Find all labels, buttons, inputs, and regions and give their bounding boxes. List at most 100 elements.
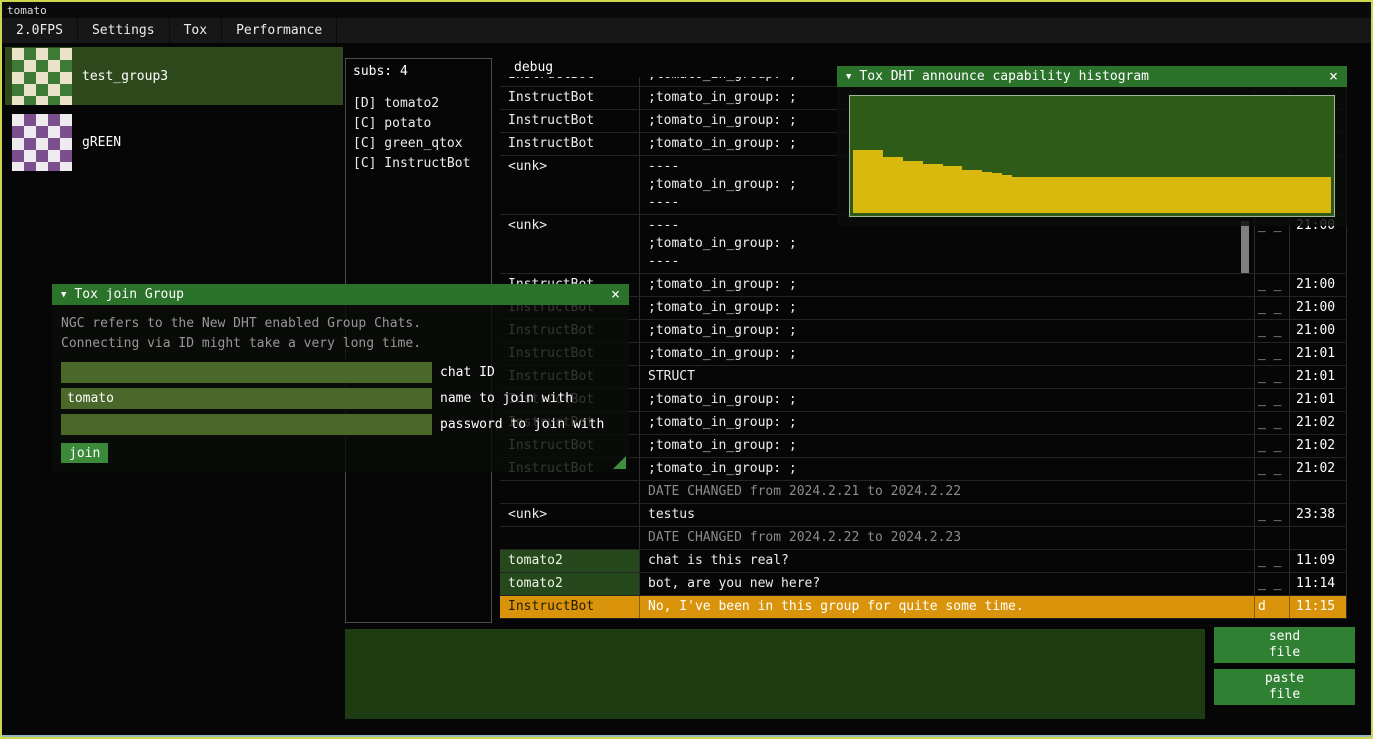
chat-time: 21:02 <box>1290 458 1347 480</box>
join-name-input[interactable] <box>61 388 432 409</box>
ngc-note-line1: NGC refers to the New DHT enabled Group … <box>52 305 629 334</box>
chat-message: bot, are you new here? <box>640 573 1255 595</box>
window-titlebar: tomato <box>2 2 1371 18</box>
chat-message: ;tomato_in_group: ; <box>640 458 1255 480</box>
chat-flags: _ _ <box>1255 297 1290 319</box>
window-title: tomato <box>7 4 47 17</box>
message-input[interactable] <box>345 629 1205 719</box>
chat-time: 23:38 <box>1290 504 1347 526</box>
histogram-bar <box>873 150 883 213</box>
chat-row[interactable]: tomato2bot, are you new here?_ _11:14 <box>500 573 1347 596</box>
paste-file-button[interactable]: paste file <box>1214 669 1355 705</box>
chat-row[interactable]: InstructBotNo, I've been in this group f… <box>500 596 1347 619</box>
member-role: [C] <box>353 156 376 171</box>
chat-flags: _ _ <box>1255 435 1290 457</box>
chat-row[interactable]: DATE CHANGED from 2024.2.22 to 2024.2.23 <box>500 527 1347 550</box>
histogram-bar <box>933 164 943 213</box>
subs-member[interactable]: [C] green_qtox <box>353 134 491 154</box>
menu-item-settings[interactable]: Settings <box>78 18 170 43</box>
menu-item-tox[interactable]: Tox <box>170 18 222 43</box>
chat-time: 11:15 <box>1290 596 1347 618</box>
histogram-bar <box>1002 175 1012 213</box>
histogram-bar <box>1271 177 1281 213</box>
histogram-bar <box>1142 177 1152 213</box>
histogram-bar <box>1032 177 1042 213</box>
chat-time: 21:02 <box>1290 412 1347 434</box>
chat-time: 11:14 <box>1290 573 1347 595</box>
histogram-bar <box>1181 177 1191 213</box>
chat-time: 21:01 <box>1290 366 1347 388</box>
group-item-test_group3[interactable]: test_group3 <box>5 47 343 105</box>
chat-row[interactable]: tomato2chat is this real?_ _11:09 <box>500 550 1347 573</box>
menu-items: SettingsToxPerformance <box>78 18 337 43</box>
close-icon[interactable]: × <box>611 287 620 302</box>
send-file-button[interactable]: send file <box>1214 627 1355 663</box>
member-role: [D] <box>353 96 376 111</box>
histogram-bar <box>1092 177 1102 213</box>
join-button[interactable]: join <box>61 443 108 463</box>
chat-flags: d <box>1255 596 1290 618</box>
date-changed-text: DATE CHANGED from 2024.2.22 to 2024.2.23 <box>640 527 1255 549</box>
group-avatar <box>12 48 72 105</box>
chat-sender: InstructBot <box>500 596 640 618</box>
histogram-bar <box>1221 177 1231 213</box>
histogram-bar <box>1191 177 1201 213</box>
chat-message: ;tomato_in_group: ; <box>640 435 1255 457</box>
histogram-bar <box>1072 177 1082 213</box>
chat-sender: <unk> <box>500 504 640 526</box>
chat-time: 21:00 <box>1290 297 1347 319</box>
join-group-window-title: Tox join Group <box>74 287 184 302</box>
chat-flags <box>1255 481 1290 503</box>
subs-member[interactable]: [C] potato <box>353 114 491 134</box>
chat-flags: _ _ <box>1255 274 1290 296</box>
histogram-plot <box>849 95 1335 217</box>
chat-time <box>1290 481 1347 503</box>
histogram-bar <box>1251 177 1261 213</box>
histogram-bar <box>1042 177 1052 213</box>
chat-row[interactable]: DATE CHANGED from 2024.2.21 to 2024.2.22 <box>500 481 1347 504</box>
subs-member[interactable]: [C] InstructBot <box>353 154 491 174</box>
subs-member-list: [D] tomato2[C] potato[C] green_qtox[C] I… <box>353 94 491 174</box>
chat-time <box>1290 527 1347 549</box>
menu-bar: 2.0FPS SettingsToxPerformance <box>2 18 1371 43</box>
chat-message: ;tomato_in_group: ; <box>640 389 1255 411</box>
chat-flags <box>1255 527 1290 549</box>
menu-item-performance[interactable]: Performance <box>222 18 337 43</box>
chat-flags: _ _ <box>1255 412 1290 434</box>
join-password-input[interactable] <box>61 414 432 435</box>
join-group-window-titlebar[interactable]: ▼ Tox join Group × <box>52 284 629 305</box>
group-list: test_group3 gREEN <box>5 47 343 179</box>
histogram-bar <box>913 161 923 213</box>
join-group-window-body: NGC refers to the New DHT enabled Group … <box>52 305 629 472</box>
histogram-bar <box>1281 177 1291 213</box>
chat-time: 11:09 <box>1290 550 1347 572</box>
histogram-bar <box>1231 177 1241 213</box>
chat-time: 21:00 <box>1290 320 1347 342</box>
subs-member[interactable]: [D] tomato2 <box>353 94 491 114</box>
collapse-triangle-icon[interactable]: ▼ <box>61 290 66 300</box>
chat-message: chat is this real? <box>640 550 1255 572</box>
chat-row[interactable]: <unk>testus_ _23:38 <box>500 504 1347 527</box>
histogram-bar <box>903 161 913 213</box>
chat-flags: _ _ <box>1255 504 1290 526</box>
chat-sender: <unk> <box>500 156 640 214</box>
chat-time: 21:01 <box>1290 389 1347 411</box>
histogram-bar <box>883 157 893 213</box>
chat-flags: _ _ <box>1255 389 1290 411</box>
histogram-bar <box>1082 177 1092 213</box>
resize-grip[interactable] <box>613 456 626 469</box>
chat-scrollbar[interactable] <box>1241 221 1249 273</box>
date-changed-text: DATE CHANGED from 2024.2.21 to 2024.2.22 <box>640 481 1255 503</box>
histogram-bar <box>1201 177 1211 213</box>
close-icon[interactable]: × <box>1329 69 1338 84</box>
histogram-bar <box>863 150 873 213</box>
chat-flags: _ _ <box>1255 573 1290 595</box>
chat-sender: InstructBot <box>500 87 640 109</box>
histogram-window-titlebar[interactable]: ▼ Tox DHT announce capability histogram … <box>837 66 1347 87</box>
chat-id-input[interactable] <box>61 362 432 383</box>
group-item-gREEN[interactable]: gREEN <box>5 113 343 171</box>
collapse-triangle-icon[interactable]: ▼ <box>846 72 851 82</box>
chat-message: ;tomato_in_group: ; <box>640 343 1255 365</box>
member-name: potato <box>376 116 431 131</box>
join-password-row: password to join with <box>61 414 629 435</box>
